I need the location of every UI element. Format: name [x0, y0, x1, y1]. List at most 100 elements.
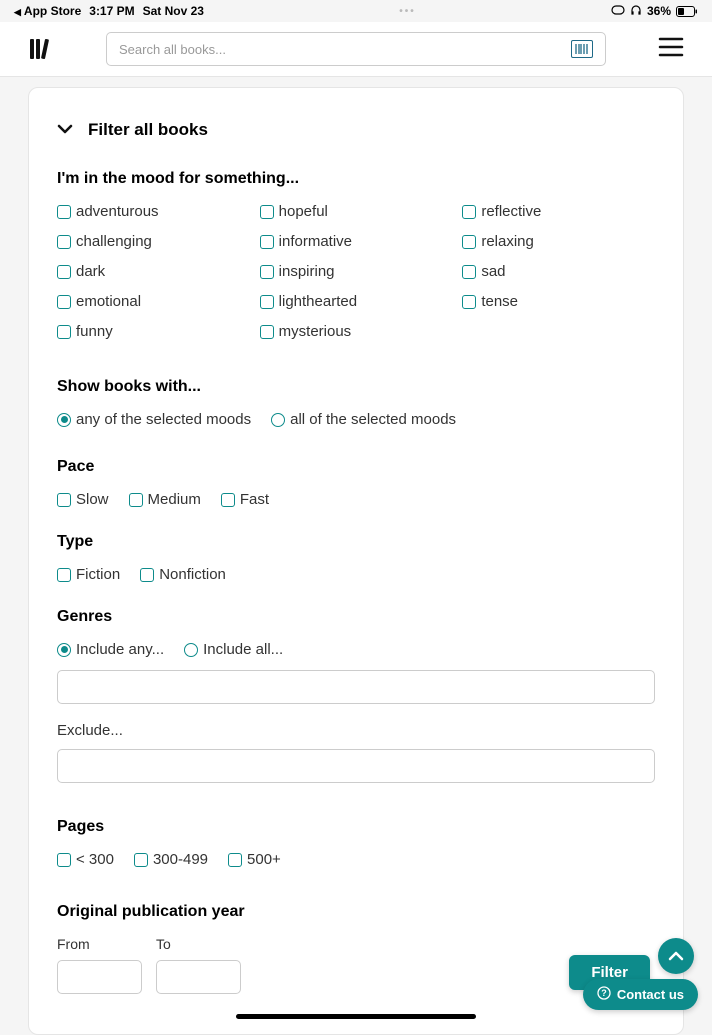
show-any-moods[interactable]: any of the selected moods: [57, 411, 251, 428]
genres-include-input[interactable]: [57, 670, 655, 704]
checkbox-icon: [140, 568, 154, 582]
genres-heading: Genres: [57, 608, 655, 626]
option-label: 300-499: [153, 851, 208, 868]
filter-toggle[interactable]: Filter all books: [57, 120, 655, 140]
checkbox-icon: [260, 265, 274, 279]
svg-text:?: ?: [601, 988, 607, 998]
option-label: inspiring: [279, 263, 335, 280]
option-label: Nonfiction: [159, 566, 226, 583]
year-heading: Original publication year: [57, 903, 655, 921]
pages-heading: Pages: [57, 818, 655, 836]
pace-slow[interactable]: Slow: [57, 491, 109, 508]
battery-percentage: 36%: [647, 4, 671, 18]
checkbox-icon: [260, 235, 274, 249]
option-label: Fiction: [76, 566, 120, 583]
option-label: < 300: [76, 851, 114, 868]
help-icon: ?: [597, 986, 611, 1003]
checkbox-icon: [129, 493, 143, 507]
mood-informative[interactable]: informative: [260, 233, 453, 250]
checkbox-icon: [462, 205, 476, 219]
status-dots: •••: [399, 6, 416, 17]
mood-dark[interactable]: dark: [57, 263, 250, 280]
checkbox-icon: [57, 853, 71, 867]
mood-mysterious[interactable]: mysterious: [260, 323, 453, 340]
option-label: all of the selected moods: [290, 411, 456, 428]
mood-lighthearted[interactable]: lighthearted: [260, 293, 453, 310]
mood-adventurous[interactable]: adventurous: [57, 203, 250, 220]
year-from-label: From: [57, 936, 142, 952]
option-label: tense: [481, 293, 518, 310]
menu-button[interactable]: [658, 37, 684, 62]
mood-challenging[interactable]: challenging: [57, 233, 250, 250]
app-header: [0, 22, 712, 77]
option-label: Medium: [148, 491, 201, 508]
option-label: funny: [76, 323, 113, 340]
pace-medium[interactable]: Medium: [129, 491, 201, 508]
mood-sad[interactable]: sad: [462, 263, 655, 280]
show-options: any of the selected moods all of the sel…: [57, 411, 655, 428]
checkbox-icon: [57, 325, 71, 339]
pages-500-plus[interactable]: 500+: [228, 851, 281, 868]
home-indicator[interactable]: [236, 1014, 476, 1019]
genres-include-any[interactable]: Include any...: [57, 641, 164, 658]
type-nonfiction[interactable]: Nonfiction: [140, 566, 226, 583]
mood-relaxing[interactable]: relaxing: [462, 233, 655, 250]
genres-exclude-input[interactable]: [57, 749, 655, 783]
app-logo[interactable]: [28, 35, 56, 63]
checkbox-icon: [221, 493, 235, 507]
pace-options: Slow Medium Fast: [57, 491, 655, 508]
barcode-scan-icon[interactable]: [571, 40, 593, 58]
option-label: any of the selected moods: [76, 411, 251, 428]
pace-fast[interactable]: Fast: [221, 491, 269, 508]
show-heading: Show books with...: [57, 378, 655, 396]
pages-under-300[interactable]: < 300: [57, 851, 114, 868]
contact-us-button[interactable]: ? Contact us: [583, 979, 698, 1010]
link-icon: [611, 4, 625, 18]
option-label: dark: [76, 263, 105, 280]
option-label: emotional: [76, 293, 141, 310]
option-label: sad: [481, 263, 505, 280]
mood-funny[interactable]: funny: [57, 323, 250, 340]
status-bar: App Store 3:17 PM Sat Nov 23 ••• 36%: [0, 0, 712, 22]
year-from-input[interactable]: [57, 960, 142, 994]
search-input[interactable]: [119, 42, 571, 57]
year-to-input[interactable]: [156, 960, 241, 994]
show-all-moods[interactable]: all of the selected moods: [271, 411, 456, 428]
genres-include-options: Include any... Include all...: [57, 641, 655, 658]
status-time: 3:17 PM: [89, 4, 134, 18]
mood-hopeful[interactable]: hopeful: [260, 203, 453, 220]
option-label: Include any...: [76, 641, 164, 658]
option-label: Slow: [76, 491, 109, 508]
moods-grid: adventurous hopeful reflective challengi…: [57, 203, 655, 340]
checkbox-icon: [260, 325, 274, 339]
radio-icon: [57, 643, 71, 657]
back-to-app[interactable]: App Store: [14, 4, 81, 18]
search-container[interactable]: [106, 32, 606, 66]
mood-reflective[interactable]: reflective: [462, 203, 655, 220]
checkbox-icon: [228, 853, 242, 867]
type-fiction[interactable]: Fiction: [57, 566, 120, 583]
option-label: hopeful: [279, 203, 328, 220]
checkbox-icon: [57, 235, 71, 249]
mood-tense[interactable]: tense: [462, 293, 655, 310]
battery-icon: [676, 6, 698, 17]
option-label: Fast: [240, 491, 269, 508]
genres-include-all[interactable]: Include all...: [184, 641, 283, 658]
checkbox-icon: [57, 493, 71, 507]
year-to-label: To: [156, 936, 241, 952]
pages-300-499[interactable]: 300-499: [134, 851, 208, 868]
checkbox-icon: [57, 295, 71, 309]
checkbox-icon: [57, 205, 71, 219]
radio-icon: [57, 413, 71, 427]
option-label: adventurous: [76, 203, 159, 220]
scroll-top-button[interactable]: [658, 938, 694, 974]
mood-heading: I'm in the mood for something...: [57, 170, 655, 188]
checkbox-icon: [462, 265, 476, 279]
mood-inspiring[interactable]: inspiring: [260, 263, 453, 280]
chevron-down-icon: [57, 121, 73, 139]
mood-emotional[interactable]: emotional: [57, 293, 250, 310]
radio-icon: [184, 643, 198, 657]
status-date: Sat Nov 23: [143, 4, 204, 18]
option-label: Include all...: [203, 641, 283, 658]
option-label: mysterious: [279, 323, 352, 340]
